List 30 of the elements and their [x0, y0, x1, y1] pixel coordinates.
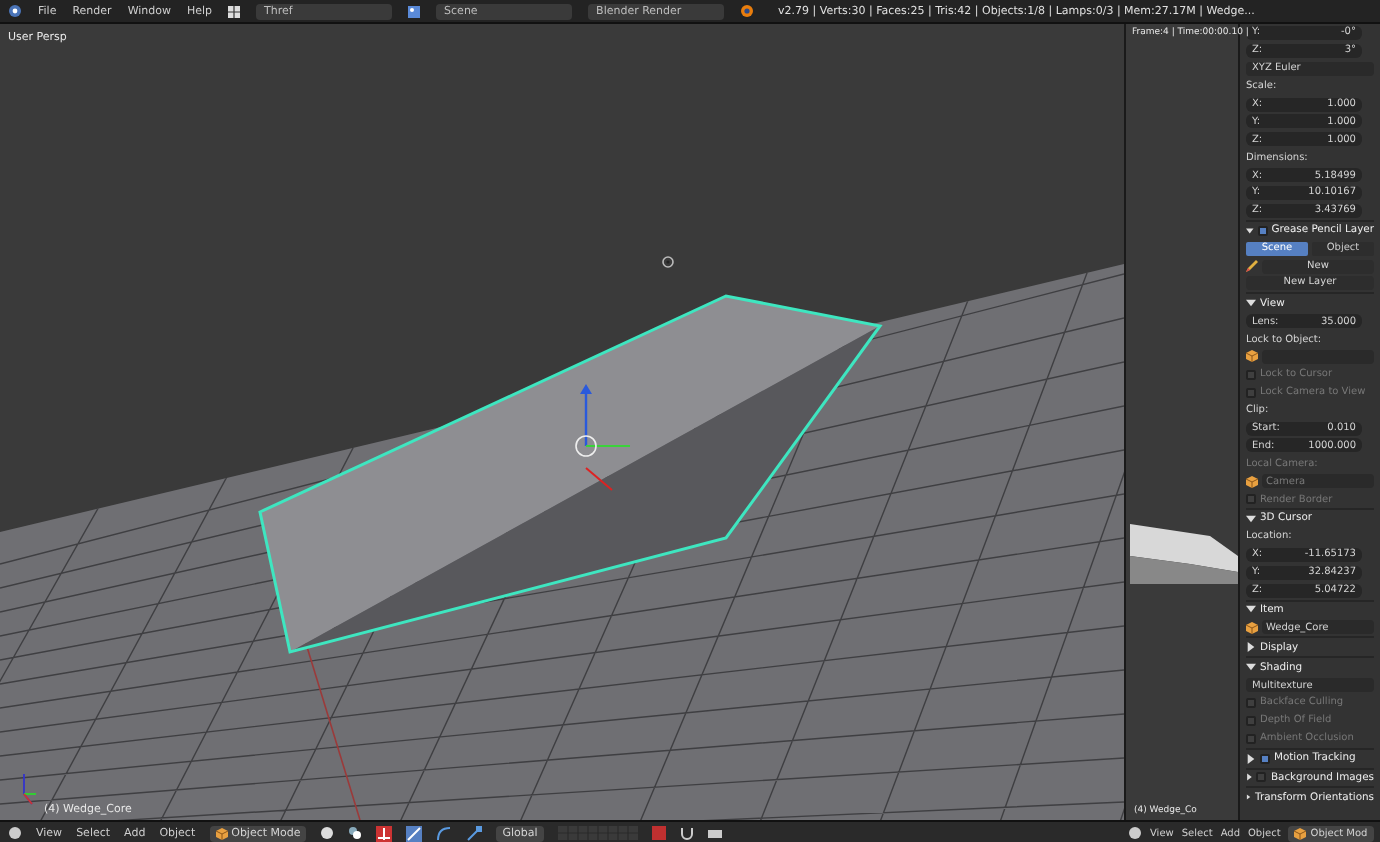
- snap-magnet-icon[interactable]: [679, 826, 694, 840]
- expanded-triangle-icon[interactable]: [1246, 662, 1256, 673]
- lamp-icon: [662, 256, 674, 268]
- checkbox[interactable]: [1260, 753, 1270, 764]
- collapsed-triangle-icon[interactable]: [1246, 772, 1253, 783]
- transform-gizmo-drawing: [575, 384, 631, 491]
- mode-cube-icon: [215, 827, 228, 839]
- cube-icon: [1246, 475, 1258, 488]
- collapsed-triangle-icon[interactable]: [1246, 753, 1256, 764]
- cube-icon: [1246, 621, 1258, 634]
- collapsed-triangle-icon[interactable]: [1246, 642, 1256, 653]
- editor-type-icon[interactable]: [8, 826, 22, 840]
- checkbox[interactable]: [1257, 225, 1268, 236]
- checkbox[interactable]: [1256, 772, 1267, 783]
- expanded-triangle-icon[interactable]: [1246, 225, 1254, 236]
- scene-icon: [408, 5, 421, 17]
- mode-cube-icon: [1294, 827, 1307, 839]
- blender-logo-icon: [740, 4, 755, 18]
- layout-icon: [228, 5, 241, 17]
- expanded-triangle-icon[interactable]: [1246, 513, 1256, 524]
- editor-type-icon[interactable]: [8, 4, 22, 18]
- scale-icon[interactable]: [466, 825, 483, 841]
- shading-sphere-icon[interactable]: [320, 826, 335, 840]
- rotate-icon[interactable]: [436, 825, 453, 841]
- expanded-triangle-icon[interactable]: [1246, 604, 1256, 615]
- cube-icon: [1246, 350, 1258, 363]
- expanded-triangle-icon[interactable]: [1246, 298, 1256, 309]
- axis-icon: [23, 773, 37, 805]
- editor-type-icon[interactable]: [1128, 826, 1142, 840]
- pencil-icon: [1246, 260, 1258, 273]
